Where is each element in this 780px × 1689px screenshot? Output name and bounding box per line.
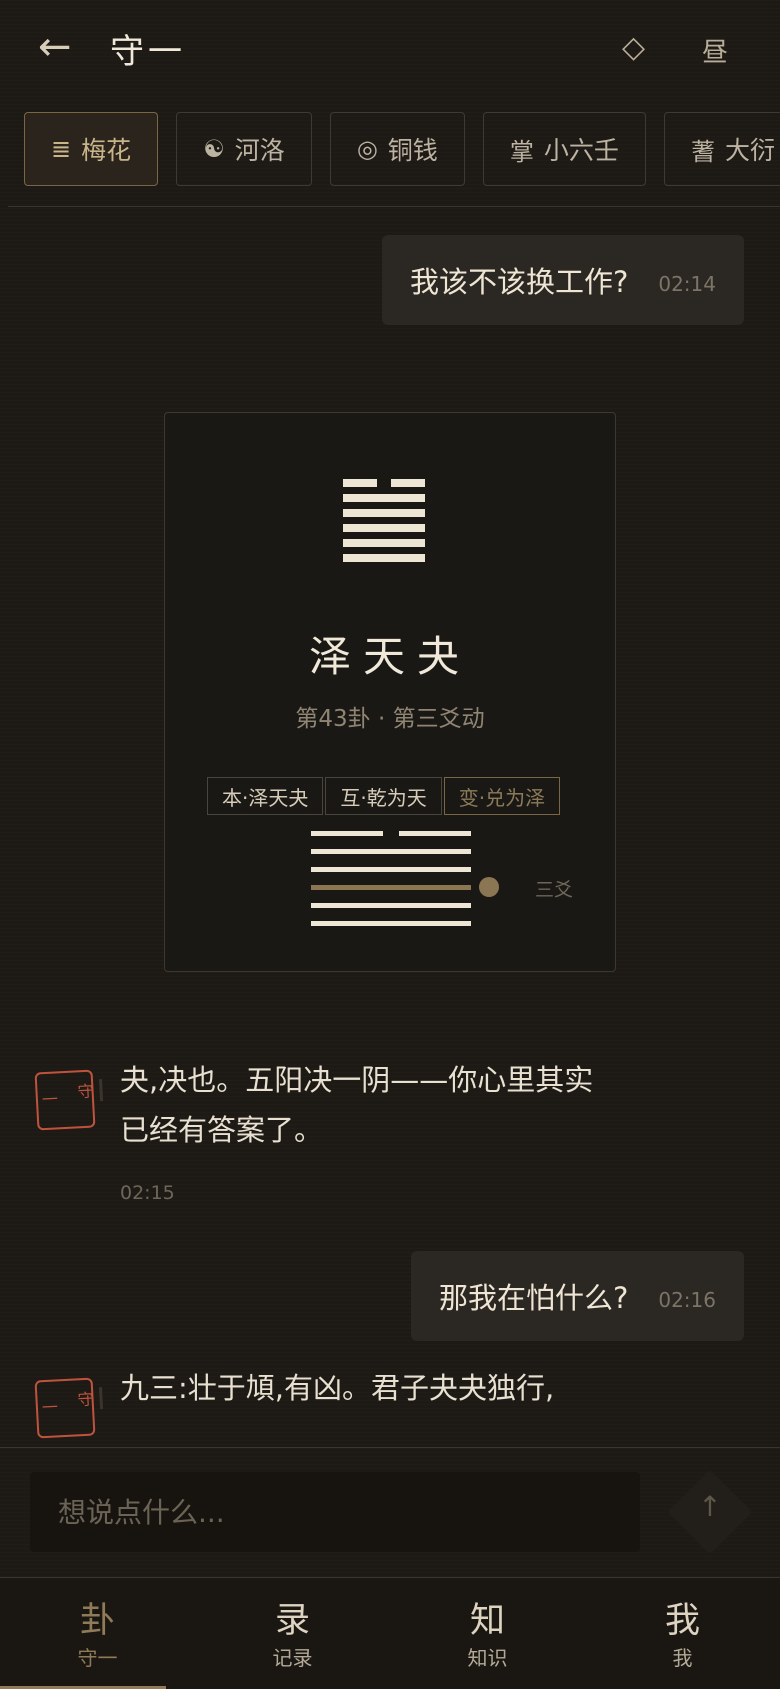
tab-heluo[interactable]: ☯ 河洛 <box>176 112 312 186</box>
tab-label: 铜钱 <box>387 136 438 165</box>
lines-icon: ≣ <box>51 135 72 163</box>
yao-line-broken <box>311 831 471 836</box>
nav-glyph: 录 <box>274 1601 310 1641</box>
tab-ben[interactable]: 本·泽天夬 <box>207 777 324 815</box>
yao-line-solid <box>311 903 471 908</box>
message-time: 02:16 <box>658 1288 716 1312</box>
user-message: 我该不该换工作? 02:14 <box>381 235 744 325</box>
nav-item-me[interactable]: 我 我 <box>585 1578 780 1689</box>
nav-glyph: 知 <box>469 1601 505 1641</box>
nav-label: 记录 <box>272 1646 313 1670</box>
message-input[interactable] <box>30 1472 640 1552</box>
hexagram-name: 泽天夬 <box>308 632 471 681</box>
message-text: 那我在怕什么? <box>438 1281 629 1315</box>
bottom-nav: 卦 守一 录 记录 知 知识 我 我 <box>0 1577 780 1689</box>
header: ← 守一 ◇ 昼 <box>0 0 780 96</box>
hexagram-tabs: 本·泽天夬 互·乾为天 变·兑为泽 <box>207 777 562 815</box>
hexagram-symbol <box>343 479 425 569</box>
page-title: 守一 <box>110 32 186 72</box>
yarrow-icon: 蓍 <box>691 137 716 166</box>
nav-glyph: 我 <box>664 1601 700 1641</box>
palm-icon: 掌 <box>509 137 534 166</box>
method-tabs: ≣ 梅花 ☯ 河洛 ◎ 铜钱 掌 小六壬 蓍 大衍 <box>24 112 780 190</box>
tab-label: 梅花 <box>81 136 132 165</box>
seal-char: 守 <box>77 1081 95 1102</box>
nav-item-gua[interactable]: 卦 守一 <box>0 1578 195 1689</box>
tab-hu[interactable]: 互·乾为天 <box>325 777 442 815</box>
tab-meihua[interactable]: ≣ 梅花 <box>24 112 159 186</box>
coin-icon: ◎ <box>356 135 378 163</box>
yinyang-icon: ☯ <box>203 135 225 163</box>
yao-line-solid <box>343 554 425 562</box>
message-line: 已经有答案了。 <box>120 1113 324 1147</box>
nav-item-records[interactable]: 录 记录 <box>195 1578 390 1689</box>
tab-label: 大衍 <box>725 136 776 165</box>
user-message: 那我在怕什么? 02:16 <box>410 1251 744 1341</box>
nav-label: 知识 <box>467 1646 508 1670</box>
hexagram-card: 泽天夬 第43卦 · 第三爻动 本·泽天夬 互·乾为天 变·兑为泽 三爻 <box>164 412 616 972</box>
tab-xiaoliuren[interactable]: 掌 小六壬 <box>482 112 646 186</box>
message-text: 我该不该换工作? <box>409 265 629 299</box>
nav-glyph: 卦 <box>79 1601 115 1641</box>
bot-message: 九三:壮于頄,有凶。君子夬夬独行, <box>120 1363 660 1413</box>
up-arrow-icon: ↑ <box>698 1490 722 1523</box>
seal-char: 一 <box>41 1089 59 1110</box>
tab-tongqian[interactable]: ◎ 铜钱 <box>329 112 465 186</box>
day-mode-toggle[interactable]: 昼 <box>702 32 728 69</box>
yao-line-broken <box>343 479 425 487</box>
tab-dayan[interactable]: 蓍 大衍 <box>664 112 780 186</box>
nav-item-knowledge[interactable]: 知 知识 <box>390 1578 585 1689</box>
yao-label: 三爻 <box>535 879 574 901</box>
send-button[interactable]: ↑ <box>667 1469 753 1555</box>
diamond-icon[interactable]: ◇ <box>622 30 645 65</box>
seal-avatar: 一 守 <box>34 1069 104 1131</box>
yao-line-solid <box>311 849 471 854</box>
message-time: 02:14 <box>658 272 716 296</box>
message-line: 九三:壮于頄,有凶。君子夬夬独行, <box>120 1371 555 1405</box>
seal-char: 守 <box>77 1389 95 1410</box>
nav-label: 我 <box>672 1646 693 1670</box>
chat-area[interactable]: 我该不该换工作? 02:14 泽天夬 第43卦 · 第三爻动 本·泽天夬 互·乾… <box>0 207 780 1447</box>
yao-line-solid <box>311 921 471 926</box>
nav-label: 守一 <box>77 1646 118 1670</box>
message-line: 夬,决也。五阳决一阴——你心里其实 <box>120 1063 594 1097</box>
moving-dot-icon <box>479 877 499 897</box>
yao-line-solid <box>343 539 425 547</box>
yao-line-moving <box>311 877 499 897</box>
yao-line-solid <box>343 524 425 532</box>
tab-label: 小六壬 <box>543 136 619 165</box>
message-time: 02:15 <box>120 1182 175 1204</box>
yao-line-solid <box>311 867 471 872</box>
tab-label: 河洛 <box>234 136 285 165</box>
seal-avatar: 一 守 <box>34 1377 104 1439</box>
tab-bian[interactable]: 变·兑为泽 <box>443 777 561 815</box>
back-arrow-icon[interactable]: ← <box>38 22 72 72</box>
hexagram-subtitle: 第43卦 · 第三爻动 <box>295 706 485 732</box>
changed-hexagram-symbol <box>311 831 499 939</box>
yao-line-solid <box>343 509 425 517</box>
yao-line-solid <box>343 494 425 502</box>
bot-message: 夬,决也。五阳决一阴——你心里其实 已经有答案了。 <box>120 1055 660 1155</box>
seal-char: 一 <box>41 1397 59 1418</box>
input-bar: ↑ <box>0 1447 780 1578</box>
